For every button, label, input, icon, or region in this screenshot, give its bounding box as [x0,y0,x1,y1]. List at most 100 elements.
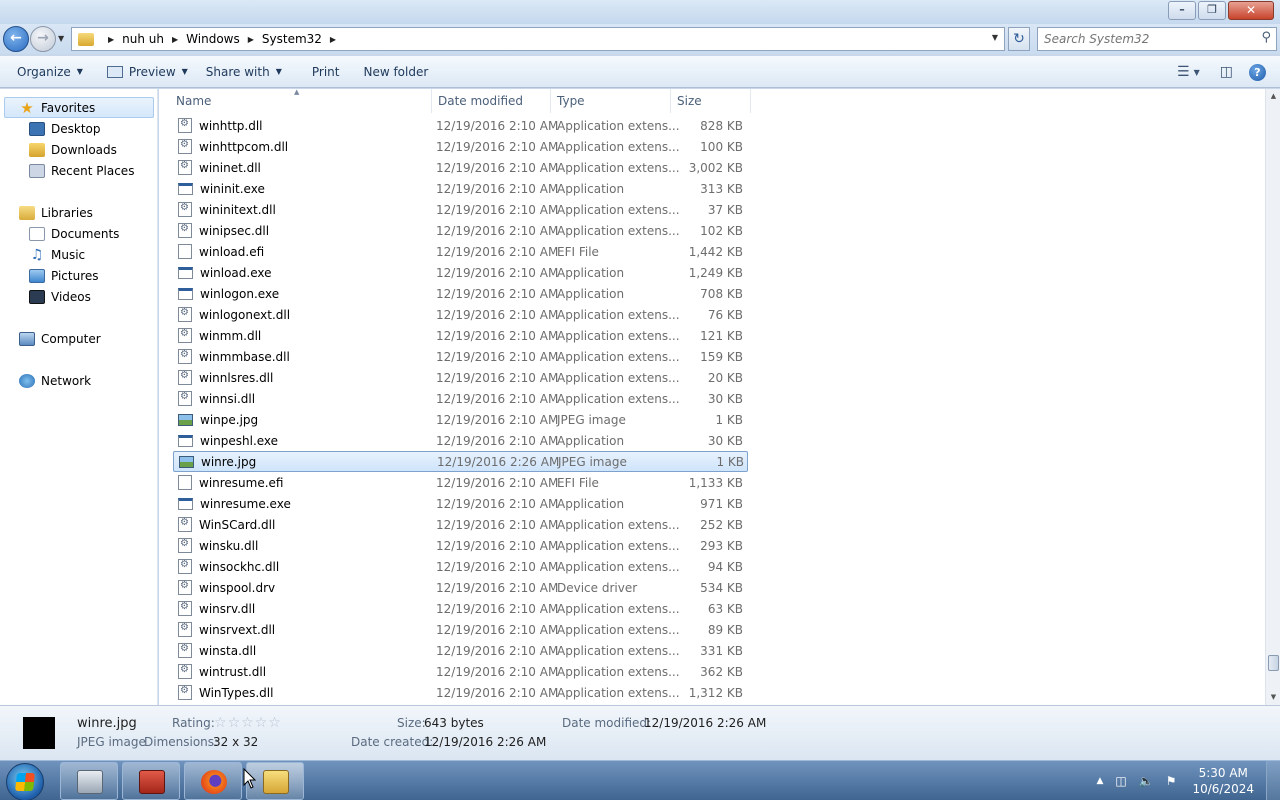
column-header-size[interactable]: Size [671,89,751,113]
breadcrumb-item-root[interactable]: nuh uh [122,32,164,46]
file-type: Device driver [557,580,638,595]
breadcrumb-item-system32[interactable]: System32 [262,32,322,46]
print-button[interactable]: Print [303,60,349,84]
file-row[interactable]: winsrv.dll12/19/2016 2:10 AMApplication … [173,598,748,619]
file-row[interactable]: wininet.dll12/19/2016 2:10 AMApplication… [173,157,748,178]
breadcrumb-item-windows[interactable]: Windows [186,32,240,46]
star-icon[interactable]: ☆ [214,715,228,731]
dll-file-icon [178,517,192,532]
file-row[interactable]: winpeshl.exe 12/19/2016 2:10 AM Applicatio… [173,430,748,451]
column-header-date-modified[interactable]: Date modified [432,89,551,113]
dll-file-icon [178,307,192,322]
share-with-button[interactable]: Share with ▼ [197,60,291,84]
file-row[interactable]: winlogon.exe 12/19/2016 2:10 AM Applicatio… [173,283,748,304]
back-button[interactable]: ← [3,26,29,52]
file-name: winsta.dll [199,643,257,658]
file-type: Application [557,181,625,196]
vertical-scrollbar[interactable]: ▲ ▼ [1265,89,1280,705]
action-center-icon[interactable]: ◫ [1115,774,1126,788]
address-bar[interactable]: ▶ nuh uh ▶ Windows ▶ System32 ▶ ▼ [71,27,1005,51]
refresh-button[interactable]: ↻ [1008,27,1030,51]
star-icon[interactable]: ☆ [268,715,282,731]
change-view-button[interactable]: ☰ [1177,64,1190,80]
file-row[interactable]: winpe.jpg 12/19/2016 2:10 AM JPEG image 1 K… [173,409,748,430]
file-row[interactable]: winsockhc.dll12/19/2016 2:10 AMApplicati… [173,556,748,577]
star-icon[interactable]: ☆ [255,715,269,731]
minimize-button[interactable]: – [1168,1,1196,20]
taskbar-printer-app[interactable] [60,762,118,800]
file-row[interactable]: wininit.exe 12/19/2016 2:10 AM Application… [173,178,748,199]
file-row[interactable]: winmmbase.dll12/19/2016 2:10 AMApplicati… [173,346,748,367]
close-button[interactable]: ✕ [1228,1,1274,20]
file-row[interactable]: winlogonext.dll12/19/2016 2:10 AMApplica… [173,304,748,325]
breadcrumb-chevron-icon[interactable]: ▶ [172,35,178,44]
file-row[interactable]: winload.efi 12/19/2016 2:10 AM EFI File 1,4… [173,241,748,262]
file-row[interactable]: winspool.drv 12/19/2016 2:10 AMDevice dri… [173,577,748,598]
start-button[interactable] [6,763,44,800]
view-options-dropdown[interactable]: ▼ [1194,68,1200,77]
file-date-modified: 12/19/2016 2:10 AM [436,559,559,574]
forward-button[interactable]: → [30,26,56,52]
sidebar-item-downloads[interactable]: Downloads [29,139,117,160]
rating-stars[interactable]: ☆☆☆☆☆ [214,715,282,731]
search-box[interactable]: ⚲ [1037,27,1277,51]
show-hidden-icons-button[interactable]: ▲ [1096,776,1103,786]
file-row[interactable]: winload.exe 12/19/2016 2:10 AM Application… [173,262,748,283]
file-row[interactable]: winmm.dll12/19/2016 2:10 AMApplication e… [173,325,748,346]
flag-icon[interactable]: ⚑ [1166,774,1177,788]
sidebar-item-documents[interactable]: Documents [29,223,119,244]
file-row[interactable]: winre.jpg 12/19/2016 2:26 AM JPEG image 1 K… [173,451,748,472]
file-row[interactable]: winnlsres.dll12/19/2016 2:10 AMApplicati… [173,367,748,388]
sidebar-item-recent-places[interactable]: Recent Places [29,160,134,181]
preview-pane-button[interactable]: ◫ [1220,64,1233,80]
details-date-modified-value: 12/19/2016 2:26 AM [644,716,767,730]
file-list: ▲ Name Date modified Type Size winhttp.d… [159,89,1265,705]
file-row[interactable]: wininitext.dll12/19/2016 2:10 AMApplicat… [173,199,748,220]
taskbar-firefox[interactable] [184,762,242,800]
column-header-name[interactable]: ▲ Name [159,89,432,113]
organize-button[interactable]: Organize ▼ [8,60,92,84]
column-header-type[interactable]: Type [551,89,671,113]
sidebar-item-pictures[interactable]: Pictures [29,265,99,286]
file-name: wininitext.dll [199,202,276,217]
recent-pages-dropdown[interactable]: ▼ [58,34,64,43]
volume-icon[interactable]: 🔈 [1139,774,1154,788]
breadcrumb-chevron-icon[interactable]: ▶ [108,35,114,44]
breadcrumb-chevron-icon[interactable]: ▶ [248,35,254,44]
search-icon[interactable]: ⚲ [1261,30,1271,45]
file-row[interactable]: winsku.dll12/19/2016 2:10 AMApplication … [173,535,748,556]
breadcrumb-chevron-icon[interactable]: ▶ [330,35,336,44]
scrollbar-thumb[interactable] [1268,655,1279,671]
star-icon[interactable]: ☆ [241,715,255,731]
file-row[interactable]: winsrvext.dll12/19/2016 2:10 AMApplicati… [173,619,748,640]
scroll-up-icon[interactable]: ▲ [1266,89,1280,104]
show-desktop-button[interactable] [1266,761,1280,800]
file-row[interactable]: winsta.dll12/19/2016 2:10 AMApplication … [173,640,748,661]
sidebar-item-computer[interactable]: Computer [19,328,101,349]
sidebar-item-desktop[interactable]: Desktop [29,118,101,139]
clock[interactable]: 5:30 AM 10/6/2024 [1192,765,1254,797]
sidebar-item-favorites[interactable]: ★ Favorites [4,97,154,118]
file-row[interactable]: wintrust.dll12/19/2016 2:10 AMApplicatio… [173,661,748,682]
file-row[interactable]: winresume.exe 12/19/2016 2:10 AM Applicati… [173,493,748,514]
sidebar-item-videos[interactable]: Videos [29,286,91,307]
file-row[interactable]: winhttpcom.dll12/19/2016 2:10 AMApplicat… [173,136,748,157]
sidebar-item-libraries[interactable]: Libraries [19,202,93,223]
file-row[interactable]: winnsi.dll12/19/2016 2:10 AMApplication … [173,388,748,409]
maximize-button[interactable]: ❐ [1198,1,1226,20]
file-row[interactable]: winipsec.dll12/19/2016 2:10 AMApplicatio… [173,220,748,241]
file-row[interactable]: WinSCard.dll12/19/2016 2:10 AMApplicatio… [173,514,748,535]
star-icon[interactable]: ☆ [228,715,242,731]
new-folder-button[interactable]: New folder [354,60,437,84]
file-row[interactable]: winhttp.dll12/19/2016 2:10 AMApplication… [173,115,748,136]
sidebar-item-music[interactable]: ♫ Music [29,244,85,265]
search-input[interactable] [1044,28,1244,50]
file-row[interactable]: winresume.efi 12/19/2016 2:10 AM EFI File 1… [173,472,748,493]
scroll-down-icon[interactable]: ▼ [1266,690,1280,705]
sidebar-item-network[interactable]: Network [19,370,91,391]
file-row[interactable]: WinTypes.dll12/19/2016 2:10 AMApplicatio… [173,682,748,703]
help-button[interactable]: ? [1249,63,1266,81]
address-history-dropdown[interactable]: ▼ [992,33,998,42]
taskbar-toolbox-app[interactable] [122,762,180,800]
preview-button[interactable]: Preview ▼ [98,60,197,84]
